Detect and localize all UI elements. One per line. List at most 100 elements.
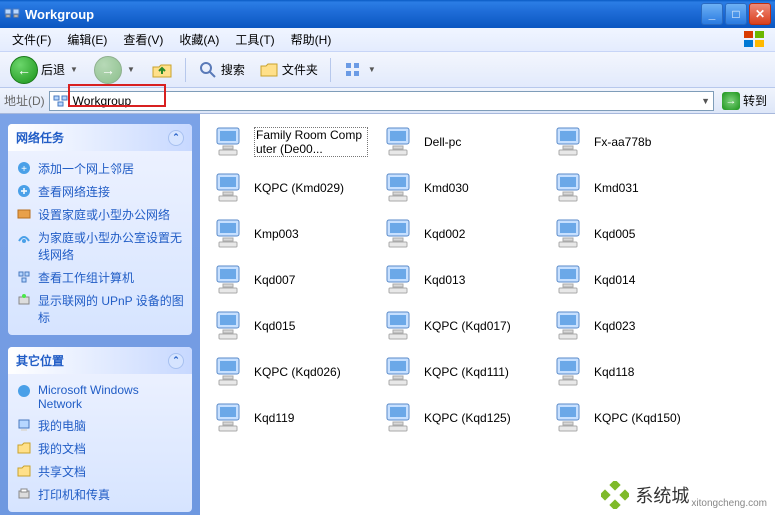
computer-item[interactable]: KQPC (Kqd026) (210, 352, 370, 392)
sidebar: 网络任务 ⌃ +添加一个网上邻居查看网络连接设置家庭或小型办公网络为家庭或小型办… (0, 114, 200, 515)
computer-icon (212, 216, 248, 252)
computer-item[interactable]: Kqd013 (380, 260, 540, 300)
place-icon (16, 486, 32, 502)
panel-network-tasks: 网络任务 ⌃ +添加一个网上邻居查看网络连接设置家庭或小型办公网络为家庭或小型办… (8, 124, 192, 335)
menu-help[interactable]: 帮助(H) (283, 29, 340, 50)
address-value: Workgroup (73, 94, 131, 108)
folder-up-icon (151, 59, 173, 81)
task-item[interactable]: 显示联网的 UPnP 设备的图标 (16, 289, 184, 329)
place-item[interactable]: 打印机和传真 (16, 483, 184, 506)
separator (330, 58, 331, 82)
chevron-down-icon[interactable]: ▼ (701, 96, 710, 106)
computer-item[interactable]: Kqd005 (550, 214, 710, 254)
place-item[interactable]: Microsoft Windows Network (16, 380, 184, 414)
window-title: Workgroup (25, 7, 94, 22)
up-button[interactable] (147, 57, 177, 83)
computer-item[interactable]: KQPC (Kqd017) (380, 306, 540, 346)
panel-header[interactable]: 网络任务 ⌃ (8, 124, 192, 151)
chevron-down-icon[interactable]: ▼ (68, 65, 80, 74)
folders-button[interactable]: 文件夹 (255, 58, 322, 82)
computer-label: Kqd015 (254, 319, 368, 333)
forward-button[interactable]: → ▼ (90, 54, 141, 86)
computer-item[interactable]: KQPC (Kqd125) (380, 398, 540, 438)
chevron-down-icon[interactable]: ▼ (366, 65, 378, 74)
panel-header[interactable]: 其它位置 ⌃ (8, 347, 192, 374)
computer-icon (382, 262, 418, 298)
maximize-button[interactable]: □ (725, 3, 747, 25)
menubar: 文件(F) 编辑(E) 查看(V) 收藏(A) 工具(T) 帮助(H) (0, 28, 775, 52)
task-item[interactable]: 查看网络连接 (16, 180, 184, 203)
computer-icon (382, 354, 418, 390)
search-button[interactable]: 搜索 (194, 58, 249, 82)
computer-icon (552, 400, 588, 436)
computer-item[interactable]: Kmd031 (550, 168, 710, 208)
task-item[interactable]: +添加一个网上邻居 (16, 157, 184, 180)
window-controls: _ □ ✕ (701, 3, 771, 25)
search-icon (198, 60, 218, 80)
computer-item[interactable]: Dell-pc (380, 122, 540, 162)
computer-icon (212, 124, 248, 160)
place-item[interactable]: 共享文档 (16, 460, 184, 483)
computer-icon (382, 400, 418, 436)
computer-item[interactable]: Kqd023 (550, 306, 710, 346)
computer-label: Kqd014 (594, 273, 708, 287)
place-icon (16, 417, 32, 433)
menu-view[interactable]: 查看(V) (115, 29, 171, 50)
place-item[interactable]: 我的文档 (16, 437, 184, 460)
place-icon (16, 383, 32, 399)
workgroup-icon (53, 93, 69, 109)
menu-edit[interactable]: 编辑(E) (59, 29, 115, 50)
computer-label: Fx-aa778b (594, 135, 708, 149)
task-icon (16, 206, 32, 222)
computer-label: Kqd005 (594, 227, 708, 241)
content-pane[interactable]: Family Room Computer (De00... Dell-pc Fx-a… (200, 114, 775, 515)
task-item[interactable]: 为家庭或小型办公室设置无线网络 (16, 226, 184, 266)
views-button[interactable]: ▼ (339, 58, 382, 82)
computer-label: KQPC (Kqd150) (594, 411, 708, 425)
workspace: 网络任务 ⌃ +添加一个网上邻居查看网络连接设置家庭或小型办公网络为家庭或小型办… (0, 114, 775, 515)
computer-label: Kqd118 (594, 365, 708, 379)
computer-label: Kqd007 (254, 273, 368, 287)
computer-item[interactable]: Kmd030 (380, 168, 540, 208)
computer-item[interactable]: Kmp003 (210, 214, 370, 254)
address-bar: 地址(D) Workgroup ▼ → 转到 (0, 88, 775, 114)
computer-item[interactable]: KQPC (Kqd150) (550, 398, 710, 438)
computer-item[interactable]: Kqd118 (550, 352, 710, 392)
forward-icon: → (94, 56, 122, 84)
place-item[interactable]: 我的电脑 (16, 414, 184, 437)
task-item[interactable]: 设置家庭或小型办公网络 (16, 203, 184, 226)
collapse-icon[interactable]: ⌃ (168, 130, 184, 146)
menu-tools[interactable]: 工具(T) (227, 29, 282, 50)
computer-item[interactable]: Kqd014 (550, 260, 710, 300)
computer-item[interactable]: Fx-aa778b (550, 122, 710, 162)
place-icon (16, 440, 32, 456)
computer-label: Kqd013 (424, 273, 538, 287)
computer-item[interactable]: Kqd007 (210, 260, 370, 300)
back-icon: ← (10, 56, 38, 84)
panel-other-places: 其它位置 ⌃ Microsoft Windows Network我的电脑我的文档… (8, 347, 192, 512)
close-button[interactable]: ✕ (749, 3, 771, 25)
computer-label: Dell-pc (424, 135, 538, 149)
computer-item[interactable]: Kqd015 (210, 306, 370, 346)
computer-item[interactable]: Kqd002 (380, 214, 540, 254)
computer-item[interactable]: KQPC (Kqd111) (380, 352, 540, 392)
place-icon (16, 463, 32, 479)
computer-icon (552, 170, 588, 206)
minimize-button[interactable]: _ (701, 3, 723, 25)
back-button[interactable]: ← 后退 ▼ (6, 54, 84, 86)
computer-icon (382, 216, 418, 252)
address-input[interactable]: Workgroup ▼ (49, 91, 714, 111)
menu-favorites[interactable]: 收藏(A) (171, 29, 227, 50)
computer-item[interactable]: Kqd119 (210, 398, 370, 438)
task-item[interactable]: 查看工作组计算机 (16, 266, 184, 289)
task-icon (16, 292, 32, 308)
computer-label: Kmd031 (594, 181, 708, 195)
collapse-icon[interactable]: ⌃ (168, 353, 184, 369)
computer-item[interactable]: KQPC (Kmd029) (210, 168, 370, 208)
menu-file[interactable]: 文件(F) (4, 29, 59, 50)
chevron-down-icon[interactable]: ▼ (125, 65, 137, 74)
task-icon: + (16, 160, 32, 176)
go-button[interactable]: → 转到 (718, 92, 771, 110)
computer-label: KQPC (Kmd029) (254, 181, 368, 195)
computer-item[interactable]: Family Room Computer (De00... (210, 122, 370, 162)
